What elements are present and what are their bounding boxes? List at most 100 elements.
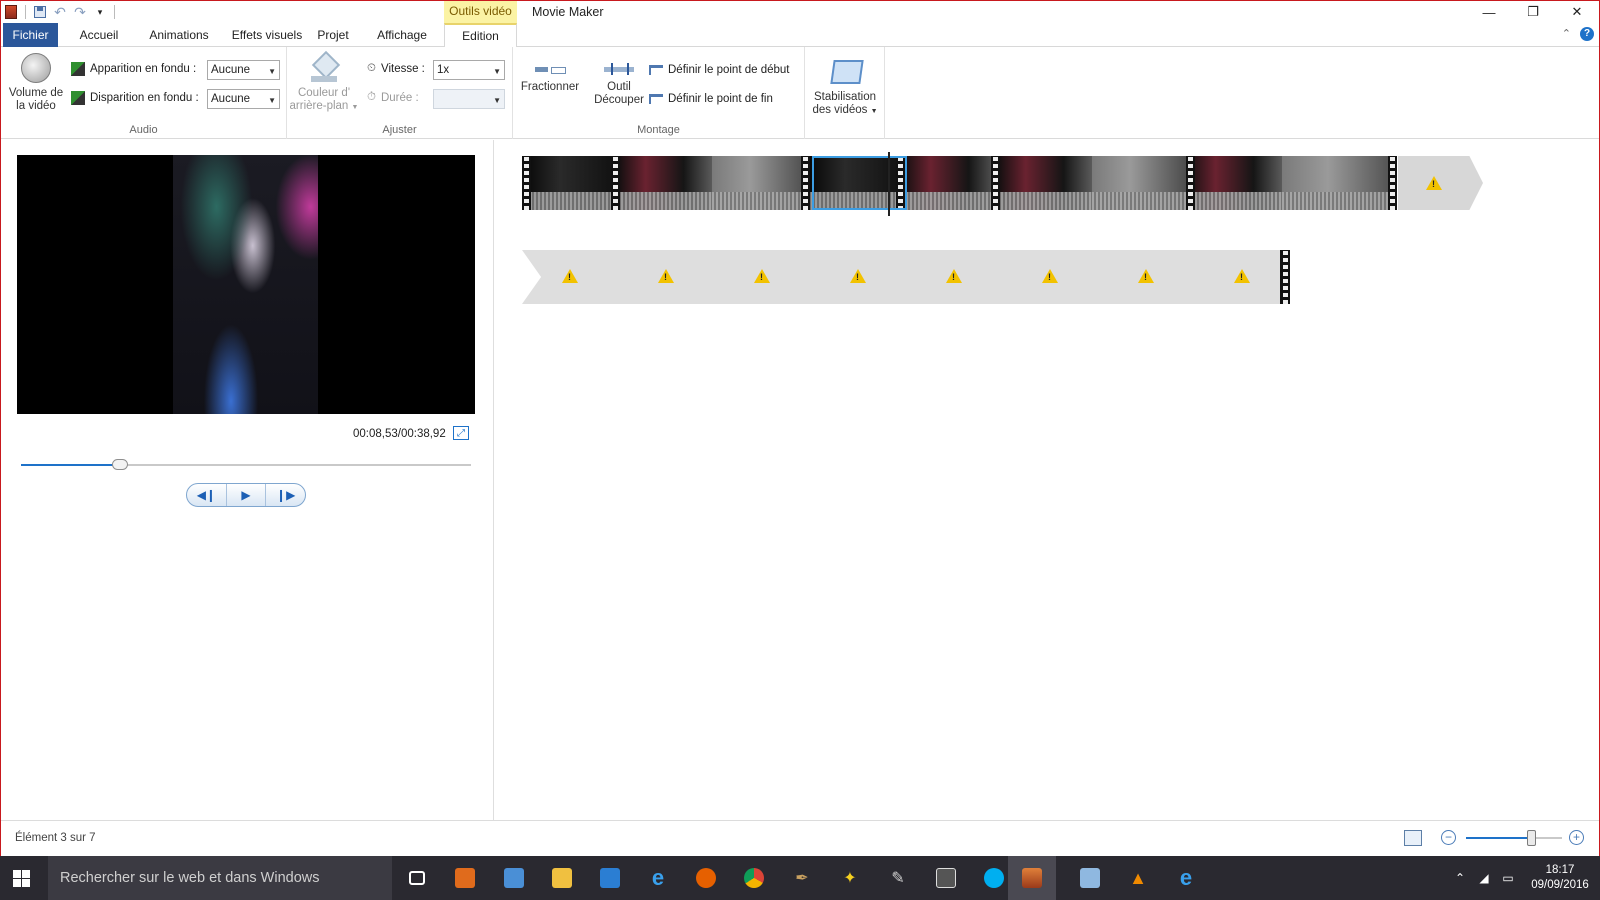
fade-in-dropdown[interactable]: Aucune ▼	[207, 60, 280, 80]
zoom-fit-icon[interactable]	[1404, 830, 1422, 846]
video-clip[interactable]	[712, 156, 807, 210]
set-end-point-label: Définir le point de fin	[668, 93, 773, 105]
task-view-icon[interactable]	[405, 866, 429, 890]
video-tools-context-header: Outils vidéo	[444, 1, 517, 23]
warning-icon	[1138, 269, 1154, 283]
system-tray: ⌃ ◢ ▭ 18:17 09/09/2016	[1448, 856, 1600, 900]
tab-file[interactable]: Fichier	[3, 23, 58, 47]
chevron-down-icon: ▼	[351, 104, 359, 111]
video-clip[interactable]	[902, 156, 997, 210]
video-clip[interactable]	[1187, 156, 1282, 210]
app-icon-stylus[interactable]: ✒	[790, 866, 814, 890]
tab-animations[interactable]: Animations	[133, 23, 225, 47]
next-frame-button[interactable]: ❙▶	[266, 484, 305, 506]
tab-view[interactable]: Affichage	[372, 23, 432, 47]
video-clip[interactable]	[522, 156, 617, 210]
taskbar-search[interactable]: Rechercher sur le web et dans Windows	[48, 856, 392, 900]
background-color-button[interactable]: Couleur d' arrière-plan ▼	[289, 53, 359, 114]
tab-visual-effects[interactable]: Effets visuels	[218, 23, 316, 47]
minimize-button[interactable]: —	[1467, 1, 1511, 23]
play-button[interactable]: ▶	[227, 484, 267, 506]
set-end-point-button[interactable]: Définir le point de fin	[649, 93, 773, 105]
ribbon-tabs: Fichier Accueil Animations Effets visuel…	[1, 23, 1599, 48]
help-icon[interactable]: ?	[1580, 27, 1594, 41]
clip-boundary	[801, 156, 810, 210]
video-track	[522, 156, 1482, 210]
photo-gallery-icon[interactable]	[1078, 866, 1102, 890]
tab-home[interactable]: Accueil	[67, 23, 131, 47]
fade-in-label-row: Apparition en fondu :	[71, 62, 196, 76]
warning-icon	[562, 269, 578, 283]
chrome-icon[interactable]	[742, 866, 766, 890]
calculator-icon[interactable]	[934, 866, 958, 890]
action-center-icon[interactable]: ▭	[1496, 871, 1520, 885]
speaker-icon	[21, 53, 51, 83]
skype-icon[interactable]	[982, 866, 1006, 890]
duration-dropdown[interactable]: ▼	[433, 89, 505, 109]
trim-tool-button[interactable]: Outil Découper	[589, 61, 649, 107]
set-start-point-button[interactable]: Définir le point de début	[649, 64, 789, 76]
missing-media-track[interactable]	[522, 250, 1285, 304]
customize-qat-icon[interactable]: ▾	[92, 4, 108, 20]
title-bar: ↶ ↷ ▾ Outils vidéo Movie Maker — ❐ ✕	[1, 1, 1599, 23]
monitor-app-icon[interactable]	[502, 866, 526, 890]
seek-bar[interactable]	[21, 459, 471, 470]
file-explorer-icon[interactable]	[550, 866, 574, 890]
close-button[interactable]: ✕	[1555, 1, 1599, 23]
video-stabilization-button[interactable]: Stabilisation des vidéos ▼	[807, 55, 883, 118]
undo-icon[interactable]: ↶	[52, 4, 68, 20]
fade-out-dropdown[interactable]: Aucune ▼	[207, 89, 280, 109]
internet-explorer-icon[interactable]: e	[646, 865, 670, 890]
speed-icon: ⏲	[367, 62, 376, 74]
split-icon	[535, 61, 566, 77]
video-clip[interactable]	[997, 156, 1092, 210]
set-start-point-label: Définir le point de début	[668, 64, 790, 76]
zoom-slider-thumb[interactable]	[1527, 830, 1537, 846]
magic-wand-icon[interactable]: ✦	[838, 866, 862, 890]
collapse-ribbon-icon[interactable]: ⌃	[1562, 27, 1571, 40]
pane-divider[interactable]	[493, 140, 494, 820]
video-volume-button[interactable]: Volume de la vidéo	[7, 53, 65, 113]
document-icon[interactable]	[598, 866, 622, 890]
media-player-icon[interactable]	[453, 866, 477, 890]
tab-edit[interactable]: Edition	[444, 23, 517, 48]
speed-value: 1x	[437, 64, 450, 76]
network-icon[interactable]: ◢	[1472, 871, 1496, 885]
clip-boundary	[1388, 156, 1397, 210]
tab-project[interactable]: Projet	[311, 23, 355, 47]
app-icon[interactable]	[3, 4, 19, 20]
show-hidden-icons-icon[interactable]: ⌃	[1448, 871, 1472, 885]
video-clip[interactable]	[1092, 156, 1187, 210]
vlc-icon[interactable]: ▲	[1126, 866, 1150, 890]
warning-icon	[1234, 269, 1250, 283]
taskbar-clock[interactable]: 18:17 09/09/2016	[1520, 863, 1600, 893]
duration-label-row: ⏱ Durée :	[367, 91, 419, 104]
playback-time: 00:08,53/00:38,92	[353, 428, 446, 440]
video-volume-label-2: la vidéo	[16, 100, 56, 112]
duration-icon: ⏱	[367, 91, 376, 103]
restore-button[interactable]: ❐	[1511, 1, 1555, 23]
group-audio: Volume de la vidéo Apparition en fondu :…	[1, 47, 287, 139]
status-bar: Élément 3 sur 7 − +	[1, 820, 1599, 857]
clip-boundary	[522, 156, 531, 210]
playhead[interactable]	[888, 152, 890, 216]
movie-maker-taskbar-icon[interactable]	[1020, 866, 1044, 890]
previous-frame-button[interactable]: ◀❙	[187, 484, 227, 506]
speed-dropdown[interactable]: 1x ▼	[433, 60, 505, 80]
zoom-in-button[interactable]: +	[1569, 830, 1584, 845]
internet-explorer-icon-2[interactable]: e	[1174, 865, 1198, 890]
video-clip[interactable]	[617, 156, 712, 210]
zoom-slider[interactable]	[1466, 830, 1562, 846]
seek-bar-thumb[interactable]	[111, 459, 128, 470]
save-icon[interactable]	[32, 4, 48, 20]
zoom-out-button[interactable]: −	[1441, 830, 1456, 845]
split-button[interactable]: Fractionner	[517, 61, 583, 94]
video-preview[interactable]	[17, 155, 475, 414]
start-button[interactable]	[13, 870, 30, 887]
redo-icon[interactable]: ↷	[72, 4, 88, 20]
firefox-icon[interactable]	[694, 866, 718, 890]
video-volume-label: Volume de	[8, 87, 64, 99]
fullscreen-icon[interactable]: ⤢	[453, 426, 469, 440]
paint-icon[interactable]: ✎	[886, 866, 910, 890]
video-clip[interactable]	[1282, 156, 1397, 210]
